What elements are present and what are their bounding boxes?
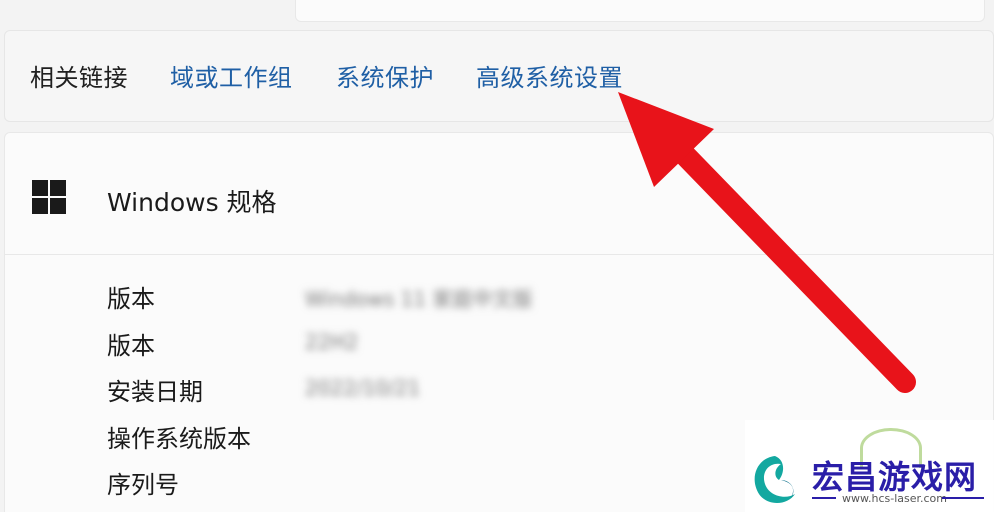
watermark-logo-icon xyxy=(754,456,795,503)
watermark-line-left xyxy=(812,497,836,499)
watermark-line-right xyxy=(942,497,984,499)
watermark-url: www.hcs-laser.com xyxy=(842,492,947,505)
